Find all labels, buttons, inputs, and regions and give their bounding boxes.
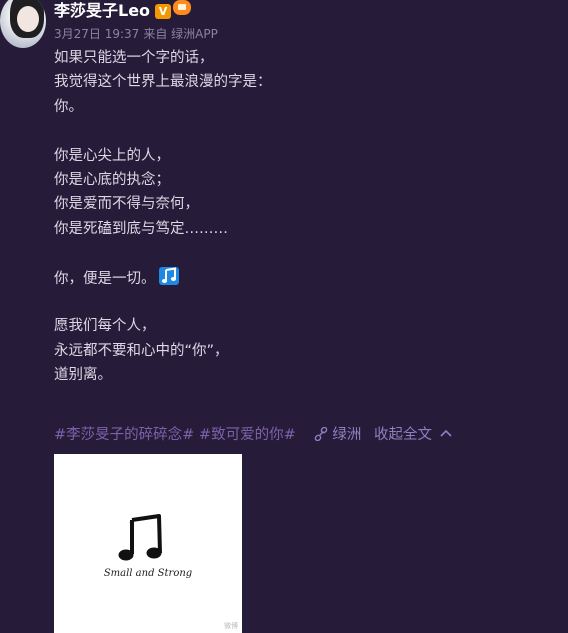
collapse-button[interactable]: 收起全文 [374,427,432,443]
post-line: 你是死磕到底与笃定……… [54,220,228,237]
username[interactable]: 李莎旻子Leo [54,1,150,21]
music-note-icon [118,514,162,561]
avatar[interactable] [0,0,46,48]
chevron-up-icon[interactable] [440,428,452,438]
post-line: 愿我们每个人， [54,318,156,335]
post-footer: #李莎旻子的碎碎念# #致可爱的你# 绿洲 收起全文 [54,425,452,445]
avatar-face [17,6,39,32]
post-line: 你，便是一切。 [54,270,156,287]
verified-badge-icon: V [155,4,172,19]
location-link[interactable]: 绿洲 [332,427,361,443]
post-line: 你是心尖上的人， [54,147,170,164]
post-line: 永远都不要和心中的“你”， [54,342,229,359]
post-meta: 3月27日 19:37 来自 绿洲APP [54,26,222,42]
post-source: 来自 绿洲APP [143,27,218,41]
post-text: 如果只能选一个字的话， 我觉得这个世界上最浪漫的字是： 你。 你是心尖上的人， … [54,46,544,387]
post-line: 你是心底的执念； [54,171,170,188]
image-caption: Small and Strong [103,568,193,579]
link-icon [315,427,328,441]
image-watermark: 微博 [224,622,238,630]
member-badge-icon [173,0,192,15]
hashtag-link[interactable]: #李莎旻子的碎碎念# [54,427,194,443]
post-date[interactable]: 3月27日 19:37 [54,27,139,41]
post-line: 你是爱而不得与奈何， [54,196,199,213]
post-line: 如果只能选一个字的话， [54,50,214,66]
post-line-with-emoji: 你，便是一切。 [54,266,544,290]
hashtag-link[interactable]: #致可爱的你# [199,427,296,443]
post-line: 你。 [54,98,83,115]
post-header: 李莎旻子Leo V 3月27日 19:37 来自 绿洲APP [54,0,222,42]
post-line: 道别离。 [54,367,112,384]
post-line: 我觉得这个世界上最浪漫的字是： [54,74,272,91]
music-note-icon [158,266,179,285]
post-image[interactable]: Small and Strong 微博 [54,454,242,633]
